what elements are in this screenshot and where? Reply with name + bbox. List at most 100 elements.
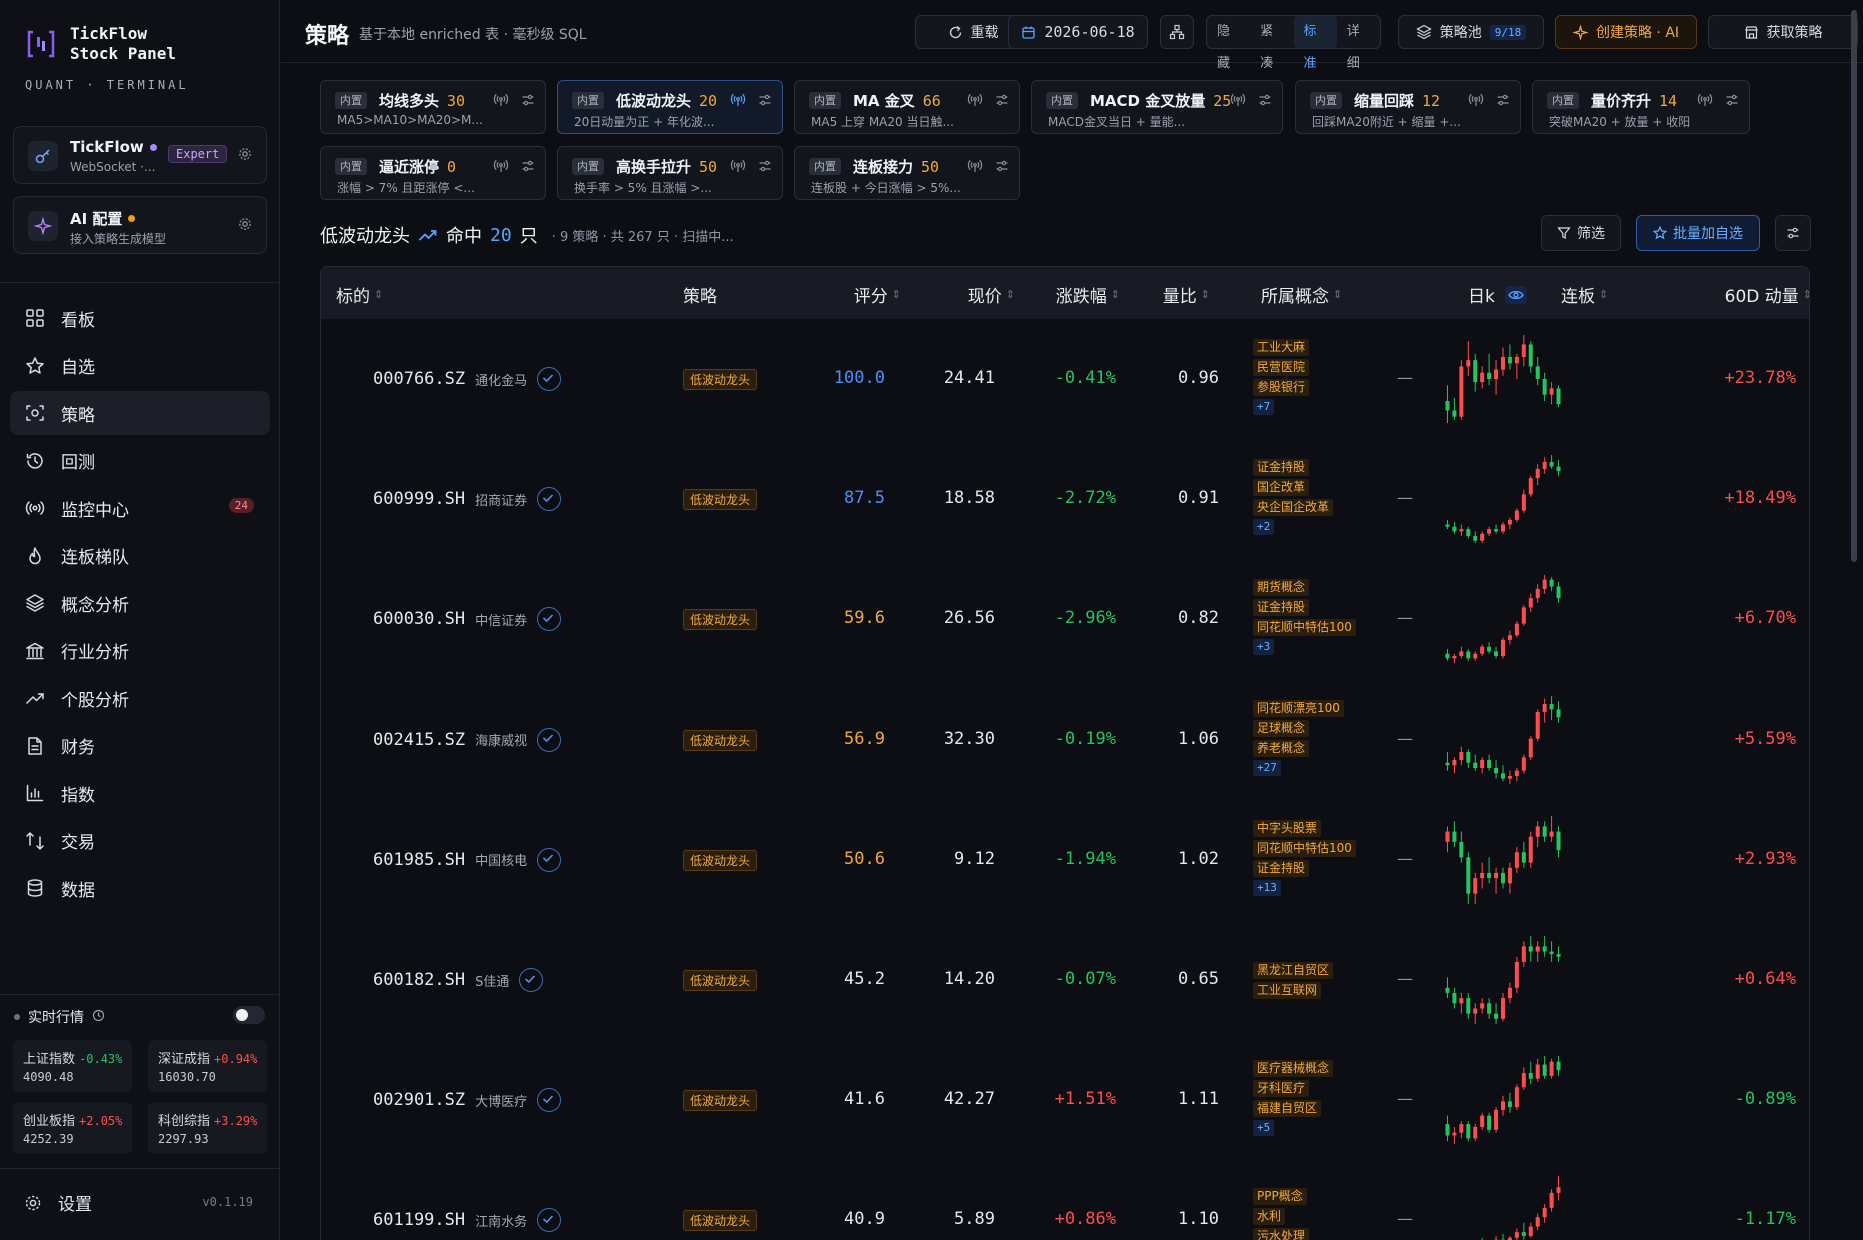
concept-tag[interactable]: 足球概念 [1253, 719, 1310, 737]
sort-icon[interactable]: ⇕ [892, 288, 901, 301]
sort-icon[interactable]: ⇕ [1111, 288, 1120, 301]
stock-code[interactable]: 600182.SH [373, 970, 465, 990]
nav-item[interactable]: 个股分析 [10, 676, 270, 720]
stock-code[interactable]: 002901.SZ [373, 1090, 465, 1110]
strategy-chip[interactable]: 内置 量价齐升 14 突破MA20 + 放量 + 收阳 [1532, 80, 1750, 134]
monitor-signal-icon[interactable] [967, 93, 983, 111]
more-concepts-badge[interactable]: +27 [1253, 759, 1281, 776]
column-header-concepts[interactable]: 所属概念 ⇕ [1261, 282, 1342, 307]
market-index-card[interactable]: 创业板指 +2.05% 4252.39 [13, 1102, 132, 1154]
more-concepts-badge[interactable]: +13 [1253, 879, 1281, 896]
sort-icon[interactable]: ⇕ [1333, 288, 1342, 301]
concept-tag[interactable]: 黑龙江自贸区 [1253, 962, 1334, 979]
monitor-signal-icon[interactable] [493, 93, 509, 111]
create-strategy-ai-button[interactable]: 创建策略 · AI [1555, 15, 1697, 49]
strategy-chip[interactable]: 内置 均线多头 30 MA5>MA10>MA20>M... [320, 80, 546, 134]
daily-kline-chart[interactable] [1444, 331, 1562, 427]
page-scrollbar[interactable] [1851, 10, 1857, 562]
concept-tag[interactable]: PPP概念 [1253, 1188, 1307, 1206]
verified-check-icon[interactable] [537, 487, 562, 512]
gear-icon[interactable] [238, 147, 252, 165]
daily-kline-chart[interactable] [1444, 932, 1562, 1028]
density-option[interactable]: 隐藏 [1207, 16, 1250, 71]
monitor-signal-icon[interactable] [1697, 93, 1713, 111]
realtime-toggle[interactable] [233, 1006, 265, 1024]
table-row[interactable]: 002415.SZ 海康威视 低波动龙头 56.9 32.30 -0.19% 1.06 同花顺… [321, 680, 1809, 800]
concept-tag[interactable]: 证金持股 [1253, 459, 1310, 477]
strategy-chip[interactable]: 内置 MA 金叉 66 MA5 上穿 MA20 当日触... [794, 80, 1020, 134]
tickflow-card[interactable]: TickFlow WebSocket ·... Expert [13, 126, 267, 184]
concept-tag[interactable]: 同花顺中特估100 [1253, 839, 1356, 857]
settings-nav-item[interactable]: 设置 [24, 1190, 92, 1215]
verified-check-icon[interactable] [537, 607, 562, 632]
column-header-kline[interactable]: 日k [1468, 282, 1527, 307]
daily-kline-chart[interactable] [1444, 1172, 1562, 1240]
sort-icon[interactable]: ⇕ [374, 288, 383, 301]
strategy-tune-icon[interactable] [521, 93, 535, 111]
daily-kline-chart[interactable] [1444, 571, 1562, 667]
filter-button[interactable]: 筛选 [1541, 215, 1621, 251]
concept-tag[interactable]: 央企国企改革 [1253, 499, 1334, 517]
date-picker[interactable]: 2026-06-18 [1008, 15, 1148, 49]
concept-tag[interactable]: 国企改革 [1253, 479, 1310, 497]
nav-item[interactable]: 财务 [10, 724, 270, 768]
hierarchy-button[interactable] [1160, 15, 1194, 49]
table-row[interactable]: 601199.SH 江南水务 低波动龙头 40.9 5.89 +0.86% 1.10 PPP概… [321, 1160, 1809, 1240]
table-row[interactable]: 601985.SH 中国核电 低波动龙头 50.6 9.12 -1.94% 1.02 中字头股… [321, 800, 1809, 920]
stock-code[interactable]: 002415.SZ [373, 730, 465, 750]
sort-icon[interactable]: ⇕ [1599, 288, 1608, 301]
monitor-signal-icon[interactable] [493, 159, 509, 177]
density-option[interactable]: 详细 [1337, 16, 1380, 71]
concept-tag[interactable]: 水利 [1253, 1208, 1286, 1226]
column-header-volratio[interactable]: 量比 ⇕ [1163, 282, 1210, 307]
concept-tag[interactable]: 工业互联网 [1253, 982, 1322, 999]
table-row[interactable]: 600030.SH 中信证券 低波动龙头 59.6 26.56 -2.96% 0.82 期货概… [321, 559, 1809, 679]
concept-tag[interactable]: 证金持股 [1253, 859, 1310, 877]
strategy-chip[interactable]: 内置 缩量回踩 12 回踩MA20附近 + 缩量 +... [1295, 80, 1521, 134]
strategy-tune-icon[interactable] [1725, 93, 1739, 111]
concept-tag[interactable]: 养老概念 [1253, 739, 1310, 757]
sort-icon[interactable]: ⇕ [1201, 288, 1210, 301]
table-settings-button[interactable] [1775, 215, 1811, 251]
eye-icon[interactable] [1504, 285, 1527, 304]
stock-code[interactable]: 000766.SZ [373, 369, 465, 389]
gear-icon[interactable] [238, 217, 252, 235]
nav-item[interactable]: 数据 [10, 866, 270, 910]
concept-tag[interactable]: 工业大麻 [1253, 339, 1310, 356]
monitor-signal-icon[interactable] [730, 159, 746, 177]
density-option[interactable]: 标准 [1293, 16, 1337, 71]
strategy-tune-icon[interactable] [995, 93, 1009, 111]
column-header-momentum[interactable]: 60D 动量 ⇕ [1725, 282, 1809, 307]
nav-item[interactable]: 连板梯队 [10, 534, 270, 578]
concept-tag[interactable]: 期货概念 [1253, 579, 1310, 597]
strategy-chip[interactable]: 内置 连板接力 50 连板股 + 今日涨幅 > 5%... [794, 146, 1020, 200]
strategy-tune-icon[interactable] [521, 159, 535, 177]
concept-tag[interactable]: 福建自贸区 [1253, 1100, 1322, 1118]
ai-config-card[interactable]: AI 配置 接入策略生成模型 [13, 196, 267, 254]
nav-item[interactable]: 自选 [10, 344, 270, 388]
sort-icon[interactable]: ⇕ [1803, 288, 1809, 301]
market-index-card[interactable]: 科创综指 +3.29% 2297.93 [148, 1102, 267, 1154]
verified-check-icon[interactable] [537, 1088, 562, 1113]
concept-tag[interactable]: 牙科医疗 [1253, 1080, 1310, 1098]
nav-item[interactable]: 指数 [10, 771, 270, 815]
strategy-chip[interactable]: 内置 低波动龙头 20 20日动量为正 + 年化波... [557, 80, 783, 134]
sort-icon[interactable]: ⇕ [1006, 288, 1015, 301]
nav-item[interactable]: 策略 [10, 391, 270, 435]
table-row[interactable]: 600182.SH S佳通 低波动龙头 45.2 14.20 -0.07% 0.65 黑龙江自… [321, 920, 1809, 1040]
stock-code[interactable]: 600030.SH [373, 609, 465, 629]
strategy-tune-icon[interactable] [758, 159, 772, 177]
strategy-chip[interactable]: 内置 高换手拉升 50 换手率 > 5% 且涨幅 >... [557, 146, 783, 200]
verified-check-icon[interactable] [537, 1208, 562, 1233]
column-header-symbol[interactable]: 标的 ⇕ [336, 282, 383, 307]
verified-check-icon[interactable] [537, 367, 562, 391]
table-row[interactable]: 000766.SZ 通化金马 低波动龙头 100.0 24.41 -0.41% 0.96 工业… [321, 319, 1809, 439]
daily-kline-chart[interactable] [1444, 692, 1562, 788]
market-index-card[interactable]: 深证成指 +0.94% 16030.70 [148, 1040, 267, 1092]
stock-code[interactable]: 601199.SH [373, 1210, 465, 1230]
concept-tag[interactable]: 民营医院 [1253, 359, 1310, 376]
column-header-strategy[interactable]: 策略 [683, 282, 717, 307]
more-concepts-badge[interactable]: +5 [1253, 1120, 1275, 1137]
concept-tag[interactable]: 参股银行 [1253, 379, 1310, 396]
market-index-card[interactable]: 上证指数 -0.43% 4090.48 [13, 1040, 132, 1092]
